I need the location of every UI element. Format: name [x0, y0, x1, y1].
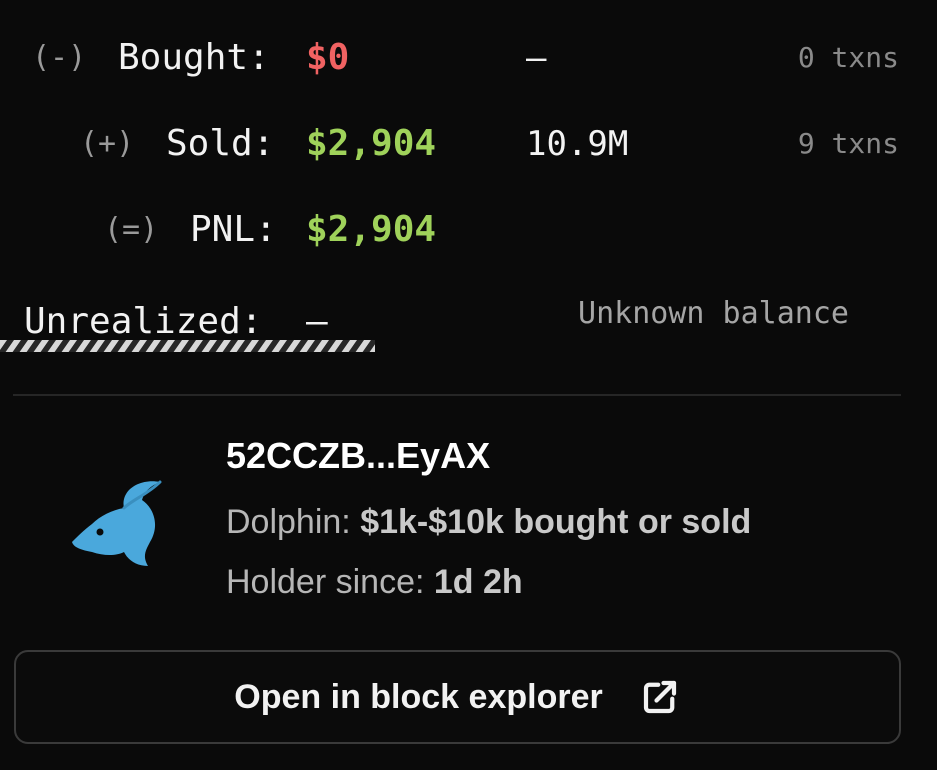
holder-tier-value: $1k-$10k bought or sold	[360, 503, 752, 541]
sold-row: (+) Sold: $2,904 10.9M 9 txns	[0, 114, 937, 174]
sold-operator: (+)	[80, 126, 135, 161]
dolphin-icon	[72, 480, 162, 566]
open-block-explorer-label: Open in block explorer	[234, 677, 603, 716]
pnl-row: (=) PNL: $2,904	[0, 200, 937, 260]
unknown-balance-hatch	[0, 340, 375, 352]
sold-value: $2,904	[306, 123, 437, 164]
bought-row: (-) Bought: $0 – 0 txns	[0, 28, 937, 88]
sold-amount: 10.9M	[526, 124, 629, 164]
unknown-balance: Unknown balance	[526, 292, 901, 354]
bought-operator: (-)	[32, 40, 87, 75]
holder-tier: Dolphin: $1k-$10k bought or sold	[226, 498, 751, 546]
pnl-label: PNL:	[190, 209, 277, 250]
holder-since-label: Holder since:	[226, 563, 425, 601]
unknown-balance-text: Unknown balance	[578, 296, 849, 331]
bought-txns: 0 txns	[797, 41, 899, 74]
wallet-address: 52CCZB...EyAX	[226, 435, 491, 476]
sold-txns: 9 txns	[797, 127, 899, 160]
holder-since-value: 1d 2h	[433, 563, 523, 601]
sold-label: Sold:	[166, 123, 275, 164]
bought-label: Bought:	[118, 37, 270, 78]
bought-value: $0	[306, 37, 350, 78]
holder-tier-label: Dolphin:	[226, 503, 351, 541]
open-block-explorer-button[interactable]: Open in block explorer	[14, 650, 901, 744]
pnl-value: $2,904	[306, 209, 437, 250]
pnl-operator: (=)	[104, 212, 159, 247]
bought-amount: –	[526, 38, 547, 78]
section-divider	[13, 394, 901, 396]
holder-since: Holder since: 1d 2h	[226, 558, 523, 606]
external-link-icon	[643, 680, 676, 714]
